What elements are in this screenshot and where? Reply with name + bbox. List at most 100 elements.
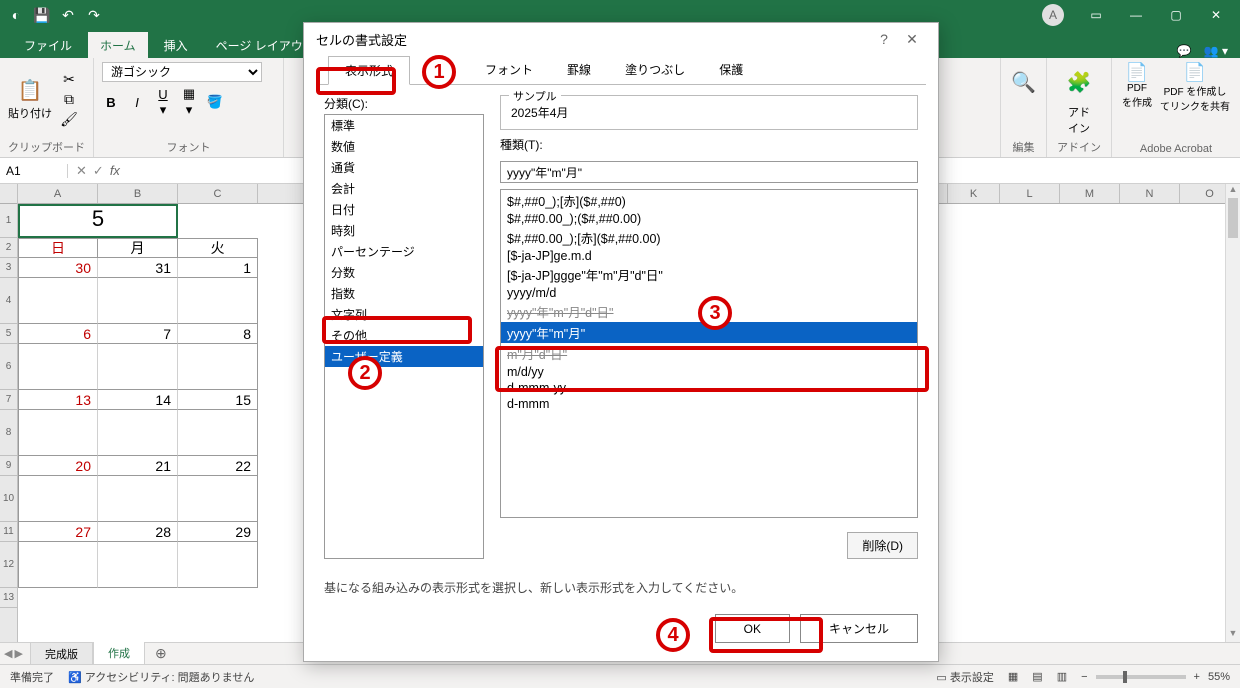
close-window-icon[interactable]: ✕ — [1196, 0, 1236, 30]
cell[interactable] — [98, 278, 178, 324]
sheet-tab-make[interactable]: 作成 — [93, 642, 145, 666]
row-header[interactable]: 11 — [0, 522, 17, 542]
bold-icon[interactable]: B — [102, 95, 120, 110]
cell[interactable] — [18, 410, 98, 456]
day-header-sun[interactable]: 日 — [18, 238, 98, 258]
format-item[interactable]: m/d/yy — [501, 364, 917, 380]
dialog-close-icon[interactable]: ✕ — [898, 31, 926, 48]
row-header[interactable]: 10 — [0, 476, 17, 522]
redo-icon[interactable]: ↷ — [82, 3, 106, 27]
col-header[interactable]: B — [98, 184, 178, 203]
border-icon[interactable]: ▦ ▾ — [180, 86, 198, 118]
cell[interactable] — [178, 204, 258, 238]
dialog-title-bar[interactable]: セルの書式設定 ? ✕ — [304, 23, 938, 55]
dialog-help-icon[interactable]: ? — [870, 31, 898, 47]
format-item[interactable]: d-mmm-yy — [501, 380, 917, 396]
category-item[interactable]: パーセンテージ — [325, 241, 483, 262]
zoom-slider[interactable] — [1096, 675, 1186, 679]
cell[interactable]: 29 — [178, 522, 258, 542]
share-icon[interactable]: 👥 ▾ — [1204, 44, 1228, 58]
tab-file[interactable]: ファイル — [12, 32, 84, 58]
format-item[interactable]: d-mmm — [501, 396, 917, 412]
cell[interactable]: 21 — [98, 456, 178, 476]
row-header[interactable]: 13 — [0, 588, 17, 608]
sheet-tab-done[interactable]: 完成版 — [30, 643, 93, 665]
format-item[interactable]: yyyy/m/d — [501, 285, 917, 301]
day-header-mon[interactable]: 月 — [98, 238, 178, 258]
category-item-custom[interactable]: ユーザー定義 — [325, 346, 483, 367]
view-normal-icon[interactable]: ▦ — [1008, 670, 1018, 683]
fx-icon[interactable]: fx — [110, 163, 120, 179]
cut-icon[interactable]: ✂ — [60, 71, 78, 89]
cell[interactable] — [98, 410, 178, 456]
view-page-break-icon[interactable]: ▥ — [1057, 670, 1067, 683]
scrollbar-thumb[interactable] — [1228, 198, 1238, 238]
cell[interactable] — [98, 344, 178, 390]
scroll-down-icon[interactable]: ▼ — [1226, 628, 1240, 642]
ok-button[interactable]: OK — [715, 614, 790, 643]
col-header[interactable]: K — [948, 184, 1000, 203]
cell[interactable] — [98, 542, 178, 588]
dlg-tab-protection[interactable]: 保護 — [702, 55, 760, 84]
dlg-tab-number[interactable]: 表示形式 — [328, 56, 410, 85]
selected-cell[interactable]: 5 — [18, 204, 178, 238]
pdf-share-icon[interactable]: 📄 — [1184, 62, 1206, 83]
minimize-icon[interactable]: — — [1116, 0, 1156, 30]
row-header[interactable]: 4 — [0, 278, 17, 324]
cell[interactable] — [178, 476, 258, 522]
cell[interactable]: 27 — [18, 522, 98, 542]
cell[interactable] — [178, 542, 258, 588]
category-item[interactable]: 標準 — [325, 115, 483, 136]
format-item[interactable]: $#,##0.00_);[赤]($#,##0.00) — [501, 227, 917, 248]
paste-button[interactable]: 📋 貼り付け — [8, 78, 52, 121]
display-settings-button[interactable]: ▭ 表示設定 — [936, 669, 993, 685]
col-header[interactable]: M — [1060, 184, 1120, 203]
cell[interactable] — [98, 476, 178, 522]
cell[interactable] — [18, 278, 98, 324]
col-header[interactable]: N — [1120, 184, 1180, 203]
cell[interactable]: 31 — [98, 258, 178, 278]
cell[interactable]: 30 — [18, 258, 98, 278]
addins-icon[interactable]: 🧩 — [1067, 62, 1092, 102]
sheet-nav-prev-icon[interactable]: ◀ — [4, 647, 12, 660]
cell[interactable] — [18, 542, 98, 588]
add-sheet-icon[interactable]: ⊕ — [145, 645, 177, 662]
ribbon-options-icon[interactable]: ▭ — [1076, 0, 1116, 30]
col-header[interactable]: A — [18, 184, 98, 203]
zoom-out-icon[interactable]: − — [1081, 671, 1087, 683]
cell[interactable]: 6 — [18, 324, 98, 344]
sheet-nav-next-icon[interactable]: ▶ — [14, 647, 22, 660]
autosave-toggle-icon[interactable]: ◐ — [4, 3, 28, 27]
row-header[interactable]: 5 — [0, 324, 17, 344]
category-item[interactable]: 時刻 — [325, 220, 483, 241]
cell[interactable]: 8 — [178, 324, 258, 344]
cell[interactable] — [178, 278, 258, 324]
status-accessibility[interactable]: ♿ アクセシビリティ: 問題ありません — [68, 669, 254, 685]
cell[interactable] — [18, 344, 98, 390]
col-header[interactable]: C — [178, 184, 258, 203]
category-item[interactable]: 通貨 — [325, 157, 483, 178]
font-name-select[interactable]: 游ゴシック — [102, 62, 262, 82]
tab-home[interactable]: ホーム — [88, 32, 148, 58]
category-item[interactable]: 日付 — [325, 199, 483, 220]
view-page-layout-icon[interactable]: ▤ — [1032, 670, 1042, 683]
italic-icon[interactable]: I — [128, 95, 146, 110]
cancel-button[interactable]: キャンセル — [800, 614, 918, 643]
row-header[interactable]: 1 — [0, 204, 17, 238]
row-header[interactable]: 2 — [0, 238, 17, 258]
format-item[interactable]: $#,##0_);[赤]($#,##0) — [501, 190, 917, 211]
cell[interactable] — [18, 476, 98, 522]
dlg-tab-fill[interactable]: 塗りつぶし — [608, 55, 702, 84]
format-item[interactable]: yyyy"年"m"月"d"日" — [501, 301, 917, 322]
row-header[interactable]: 8 — [0, 410, 17, 456]
save-icon[interactable]: 💾 — [30, 3, 54, 27]
category-item[interactable]: その他 — [325, 325, 483, 346]
comments-icon[interactable]: 💬 — [1177, 44, 1192, 58]
zoom-control[interactable]: − + 55% — [1081, 671, 1230, 683]
format-type-input[interactable] — [500, 161, 918, 183]
tab-insert[interactable]: 挿入 — [152, 32, 200, 58]
undo-icon[interactable]: ↶ — [56, 3, 80, 27]
category-item[interactable]: 会計 — [325, 178, 483, 199]
cell[interactable] — [178, 410, 258, 456]
cell[interactable]: 14 — [98, 390, 178, 410]
